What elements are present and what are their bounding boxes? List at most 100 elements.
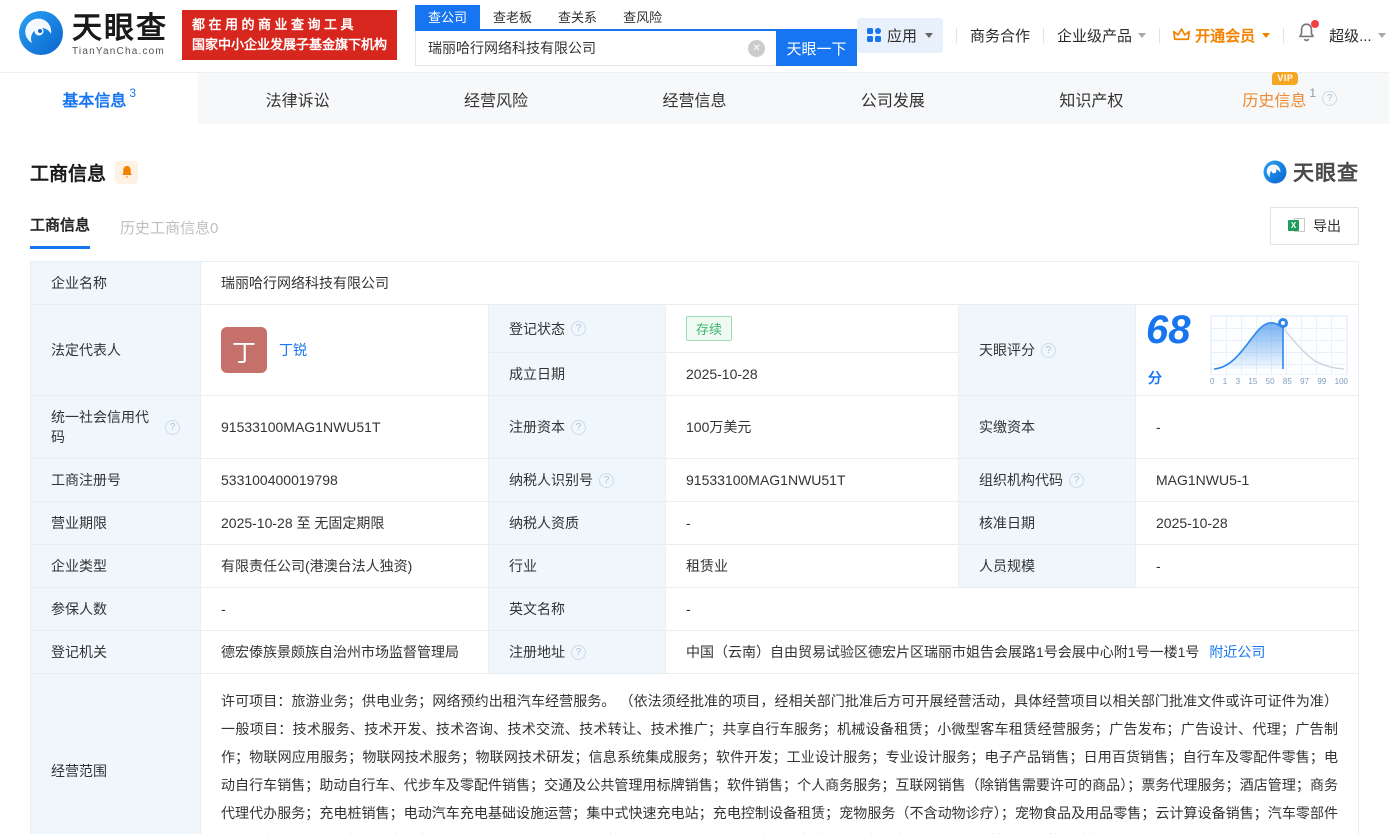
field-value-taxpayer-quality: - [666,502,959,545]
score-distribution-chart: 0131550859799100 [1210,315,1348,386]
status-badge: 存续 [686,316,732,341]
search-tab-relation[interactable]: 查关系 [545,5,610,29]
watermark-label: 天眼查 [1293,157,1359,187]
tab-history-info[interactable]: 历史信息 VIP 1 ? [1191,73,1389,124]
field-label-company-type: 企业类型 [31,545,201,588]
tab-legal-litigation-label: 法律诉讼 [266,87,330,111]
apps-menu[interactable]: 应用 [857,18,943,53]
tab-intellectual-property-label: 知识产权 [1059,87,1123,111]
field-value-registered-address: 中国（云南）自由贸易试验区德宏片区瑞丽市姐告会展路1号会展中心附1号一楼1号 附… [666,631,1359,674]
header-nav: 应用 商务合作 企业级产品 开通会员 超级.. [857,18,1386,53]
tianyancha-logo[interactable]: 天眼查 TianYanCha.com [18,10,168,61]
tab-operation-info[interactable]: 经营信息 [595,73,793,124]
promo-banner: 都在用的商业查询工具 国家中小企业发展子基金旗下机构 [182,10,397,60]
help-icon[interactable]: ? [571,420,586,435]
field-label-business-scope: 经营范围 [31,674,201,834]
subscribe-bell-icon[interactable] [115,161,138,184]
help-icon[interactable]: ? [1069,473,1084,488]
nav-super-vip-label: 超级... [1329,25,1372,46]
score-number: 68 [1146,308,1191,352]
field-value-registration-authority: 德宏傣族景颇族自治州市场监督管理局 [201,631,489,674]
tab-history-info-label: 历史信息 [1242,87,1306,111]
search-tab-boss[interactable]: 查老板 [480,5,545,29]
search-tab-risk[interactable]: 查风险 [610,5,675,29]
tab-basic-info[interactable]: 基本信息 3 [0,73,198,124]
export-button[interactable]: X 导出 [1270,207,1359,245]
company-tab-strip: 基本信息 3 法律诉讼 经营风险 经营信息 公司发展 知识产权 历史信息 VIP… [0,72,1389,124]
field-value-tyc-score[interactable]: 68分 [1136,305,1359,396]
tab-legal-litigation[interactable]: 法律诉讼 [198,73,396,124]
field-label-insured-count: 参保人数 [31,588,201,631]
field-value-establish-date: 2025-10-28 [666,353,959,396]
divider [1283,28,1284,43]
field-value-registration-status: 存续 [666,305,959,353]
field-label-legal-representative: 法定代表人 [31,305,201,396]
tab-company-development[interactable]: 公司发展 [794,73,992,124]
field-label-paid-capital: 实缴资本 [959,396,1136,459]
nav-super-vip[interactable]: 超级... [1329,25,1386,46]
field-label-company-name: 企业名称 [31,262,201,305]
divider [1043,28,1044,43]
nav-enterprise-products[interactable]: 企业级产品 [1057,25,1146,46]
help-icon[interactable]: ? [165,420,180,435]
promo-banner-line2: 国家中小企业发展子基金旗下机构 [192,35,387,55]
search-block: 查公司 查老板 查关系 查风险 ✕ 天眼一下 [415,5,857,66]
help-icon[interactable]: ? [1041,343,1056,358]
field-value-english-name: - [666,588,1359,631]
chevron-down-icon [925,33,933,38]
tab-operation-risk[interactable]: 经营风险 [397,73,595,124]
apps-grid-icon [867,28,881,42]
nearby-companies-link[interactable]: 附近公司 [1209,642,1265,662]
promo-banner-line1: 都在用的商业查询工具 [192,15,387,35]
divider [1159,28,1160,43]
field-label-approval-date: 核准日期 [959,502,1136,545]
score-axis-ticks: 0131550859799100 [1210,377,1348,386]
search-tabs: 查公司 查老板 查关系 查风险 [415,5,857,31]
field-label-registration-authority: 登记机关 [31,631,201,674]
tab-basic-info-count: 3 [129,86,136,100]
export-button-label: 导出 [1313,216,1341,236]
tab-intellectual-property[interactable]: 知识产权 [992,73,1190,124]
subtab-business-info[interactable]: 工商信息 [30,214,90,249]
legal-rep-name-link[interactable]: 丁锐 [279,340,307,360]
field-value-paid-capital: - [1136,396,1359,459]
field-label-establish-date: 成立日期 [489,353,666,396]
legal-rep-avatar[interactable]: 丁 [221,327,267,373]
field-value-staff-size: - [1136,545,1359,588]
open-vip-button[interactable]: 开通会员 [1173,25,1270,46]
nav-cooperation[interactable]: 商务合作 [970,25,1030,46]
clear-search-icon[interactable]: ✕ [748,40,765,57]
field-value-company-type: 有限责任公司(港澳台法人独资) [201,545,489,588]
field-label-organization-code: 组织机构代码? [959,459,1136,502]
search-input[interactable] [415,31,776,66]
field-value-company-name: 瑞丽哈行网络科技有限公司 [201,262,1359,305]
help-icon[interactable]: ? [571,321,586,336]
notification-dot [1311,20,1319,28]
tab-operation-risk-label: 经营风险 [464,87,528,111]
excel-icon: X [1288,218,1305,234]
field-value-taxpayer-id: 91533100MAG1NWU51T [666,459,959,502]
tianyancha-logo-icon [18,10,64,61]
field-label-taxpayer-id: 纳税人识别号? [489,459,666,502]
field-label-staff-size: 人员规模 [959,545,1136,588]
field-label-registered-capital: 注册资本? [489,396,666,459]
field-label-registered-address: 注册地址? [489,631,666,674]
tab-company-development-label: 公司发展 [861,87,925,111]
divider [956,28,957,43]
search-tab-company[interactable]: 查公司 [415,5,480,29]
open-vip-label: 开通会员 [1195,25,1255,46]
search-button[interactable]: 天眼一下 [776,31,857,66]
field-label-business-term: 营业期限 [31,502,201,545]
notifications-bell-icon[interactable] [1297,23,1316,47]
help-icon[interactable]: ? [571,645,586,660]
field-label-industry: 行业 [489,545,666,588]
tab-basic-info-label: 基本信息 [62,87,126,111]
field-value-legal-representative: 丁 丁锐 [201,305,489,396]
field-label-english-name: 英文名称 [489,588,666,631]
field-label-tyc-score: 天眼评分? [959,305,1136,396]
subtab-history-business-info[interactable]: 历史工商信息0 [120,217,218,249]
tab-history-info-count: 1 [1309,86,1316,100]
section-title: 工商信息 [30,159,106,186]
help-icon[interactable]: ? [1322,91,1337,106]
help-icon[interactable]: ? [599,473,614,488]
